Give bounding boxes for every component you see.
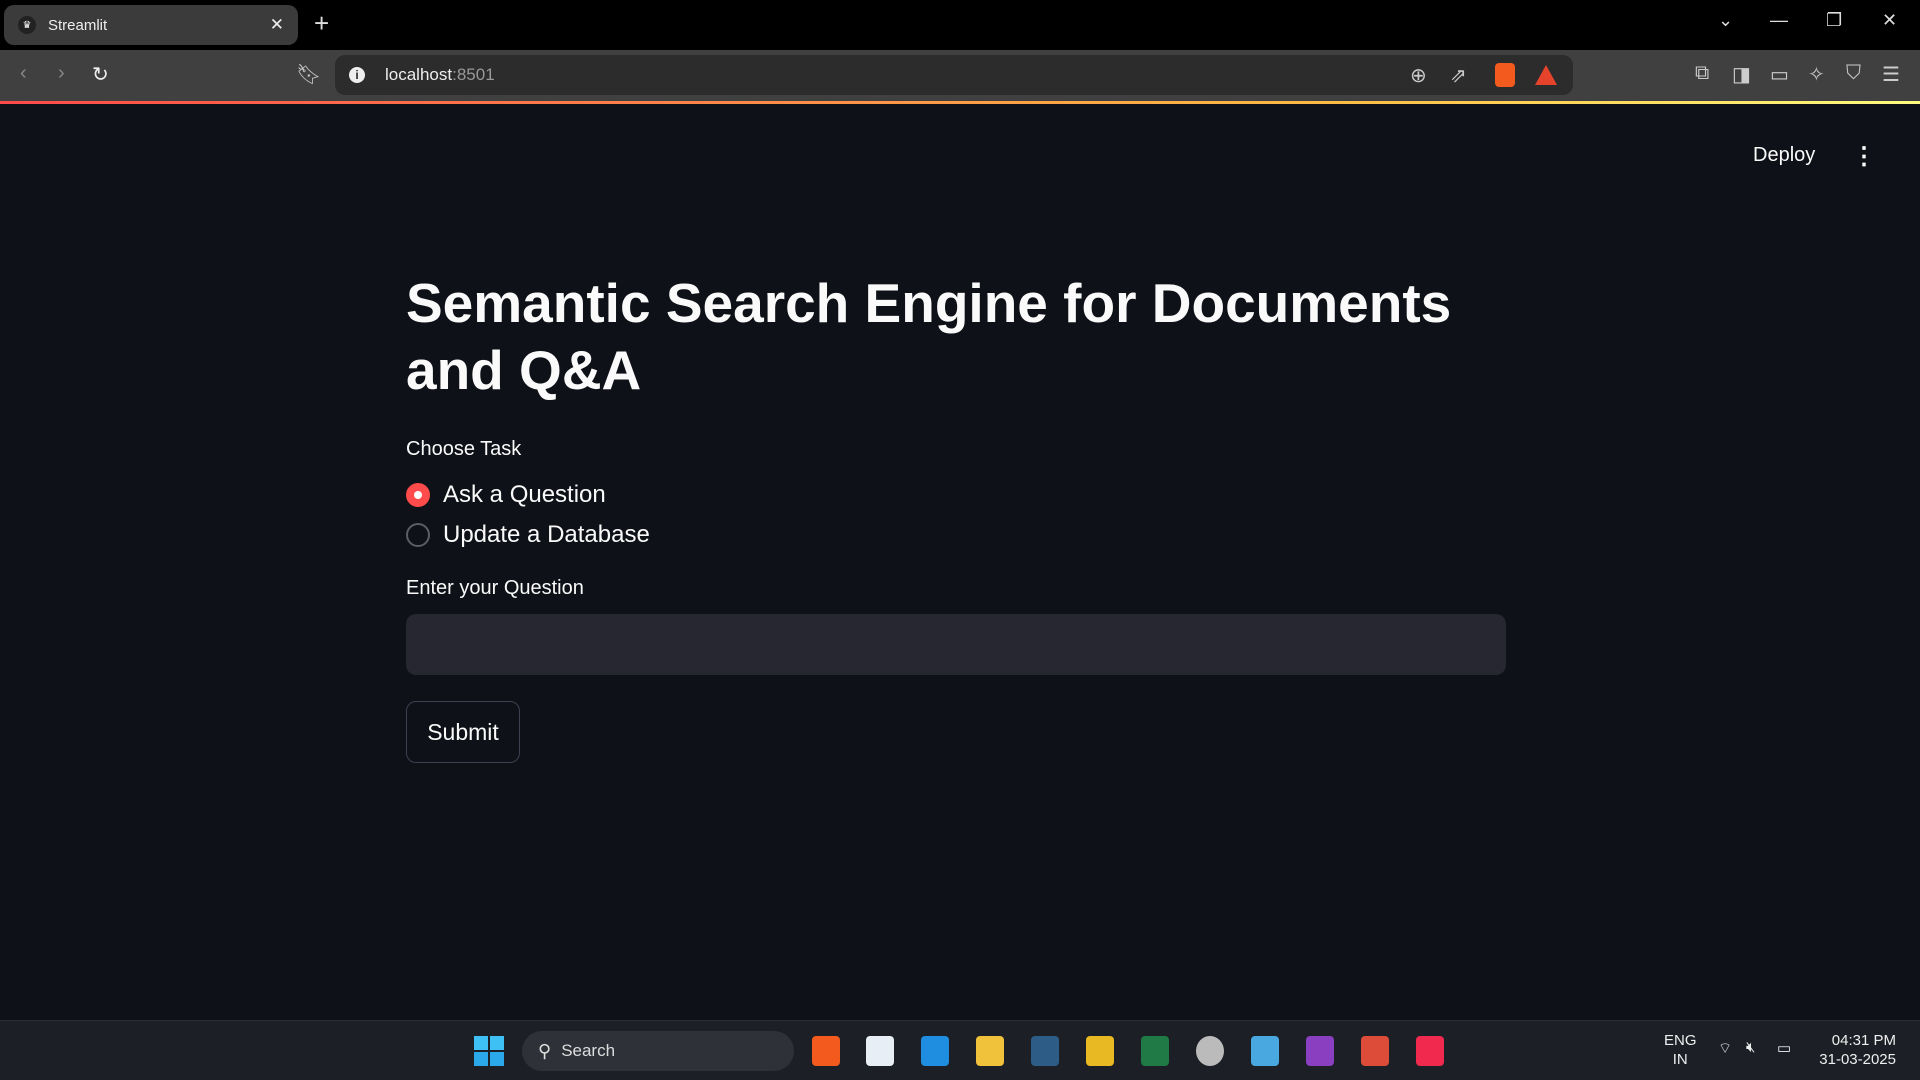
taskbar-search[interactable]: ⚲ Search <box>522 1031 794 1071</box>
streamlit-header-decoration <box>0 101 1920 104</box>
address-bar[interactable]: i localhost :8501 ⊕ ⇗ <box>335 55 1573 95</box>
radio-unselected-icon[interactable] <box>406 523 430 547</box>
radio-option-label: Ask a Question <box>443 481 606 508</box>
url-host: localhost <box>385 65 453 84</box>
tab-search-chevron-icon[interactable]: ⌄ <box>1718 10 1733 31</box>
brave-shields-icon[interactable] <box>1495 63 1515 87</box>
brave-rewards-icon[interactable] <box>1535 65 1557 85</box>
windows-start-icon[interactable] <box>474 1036 504 1066</box>
extensions-icon[interactable]: ⧉ <box>1695 62 1709 85</box>
streamlit-favicon-icon: ♛ <box>18 16 36 34</box>
new-tab-icon[interactable]: + <box>314 8 329 39</box>
close-window-icon[interactable]: ✕ <box>1882 10 1897 31</box>
radio-update-database[interactable]: Update a Database <box>406 515 1506 555</box>
deploy-button[interactable]: Deploy <box>1753 144 1815 167</box>
radio-selected-icon[interactable] <box>406 483 430 507</box>
clock-app-icon[interactable] <box>1196 1036 1224 1066</box>
menu-icon[interactable]: ☰ <box>1882 62 1900 87</box>
minimize-icon[interactable]: — <box>1770 10 1788 31</box>
bookmark-icon[interactable]: 🔖︎ <box>296 62 321 87</box>
question-input[interactable] <box>406 614 1506 675</box>
url-port: :8501 <box>452 65 495 84</box>
region-code: IN <box>1672 1051 1688 1068</box>
language-code: ENG <box>1664 1032 1697 1049</box>
radio-ask-question[interactable]: Ask a Question <box>406 475 1506 515</box>
taskbar-search-label: Search <box>561 1041 616 1060</box>
search-icon: ⚲ <box>538 1040 552 1061</box>
browser-tab-bar: ♛ Streamlit ✕ + ⌄ — ❐ ✕ <box>0 0 1920 50</box>
leo-ai-icon[interactable]: ✧ <box>1808 62 1825 87</box>
muted-speaker-icon[interactable]: 🔇︎ <box>1746 1039 1755 1056</box>
onenote-icon[interactable] <box>1306 1036 1334 1066</box>
alarm-app-icon[interactable] <box>1416 1036 1444 1066</box>
language-indicator[interactable]: ENG IN <box>1664 1031 1697 1069</box>
excel-icon[interactable] <box>1141 1036 1169 1066</box>
reload-icon[interactable]: ↻ <box>92 62 109 87</box>
main-content: Semantic Search Engine for Documents and… <box>406 270 1506 763</box>
browser-tab[interactable]: ♛ Streamlit ✕ <box>4 5 298 45</box>
forward-icon[interactable]: › <box>58 62 65 85</box>
tab-title: Streamlit <box>48 16 108 34</box>
notes-app-icon[interactable] <box>1251 1036 1279 1066</box>
close-tab-icon[interactable]: ✕ <box>270 15 284 35</box>
windows-taskbar: ⚲ Search ENG IN ⌔ 🔇︎ ▭ 04:31 PM 31-03-20… <box>0 1020 1920 1080</box>
brave-taskbar-icon[interactable] <box>812 1036 840 1066</box>
wallet-icon[interactable]: ▭ <box>1770 62 1789 87</box>
notepad-app-icon[interactable] <box>866 1036 894 1066</box>
restore-icon[interactable]: ❐ <box>1826 10 1842 31</box>
page-title: Semantic Search Engine for Documents and… <box>406 272 1452 401</box>
sidebar-icon[interactable]: ◨ <box>1732 62 1751 87</box>
radio-option-label: Update a Database <box>443 521 650 548</box>
question-input-label: Enter your Question <box>406 577 584 599</box>
zoom-icon[interactable]: ⊕ <box>1410 63 1427 88</box>
clock[interactable]: 04:31 PM 31-03-2025 <box>1814 1031 1896 1069</box>
time-text: 04:31 PM <box>1831 1032 1896 1049</box>
share-icon[interactable]: ⇗ <box>1450 63 1467 88</box>
vscode-icon[interactable] <box>921 1036 949 1066</box>
kebab-menu-icon[interactable]: ⋮ <box>1852 142 1876 171</box>
vpn-shield-icon[interactable]: ⛉ <box>1846 62 1861 85</box>
todoist-icon[interactable] <box>1361 1036 1389 1066</box>
power-bi-icon[interactable] <box>1086 1036 1114 1066</box>
date-text: 31-03-2025 <box>1819 1051 1896 1068</box>
site-info-icon[interactable]: i <box>349 67 365 83</box>
mysql-workbench-icon[interactable] <box>1031 1036 1059 1066</box>
wifi-icon[interactable]: ⌔ <box>1718 1039 1732 1058</box>
file-explorer-icon[interactable] <box>976 1036 1004 1066</box>
task-radio-label: Choose Task <box>406 438 522 460</box>
battery-icon[interactable]: ▭ <box>1777 1039 1791 1057</box>
submit-button[interactable]: Submit <box>406 701 520 763</box>
back-icon[interactable]: ‹ <box>20 62 27 85</box>
